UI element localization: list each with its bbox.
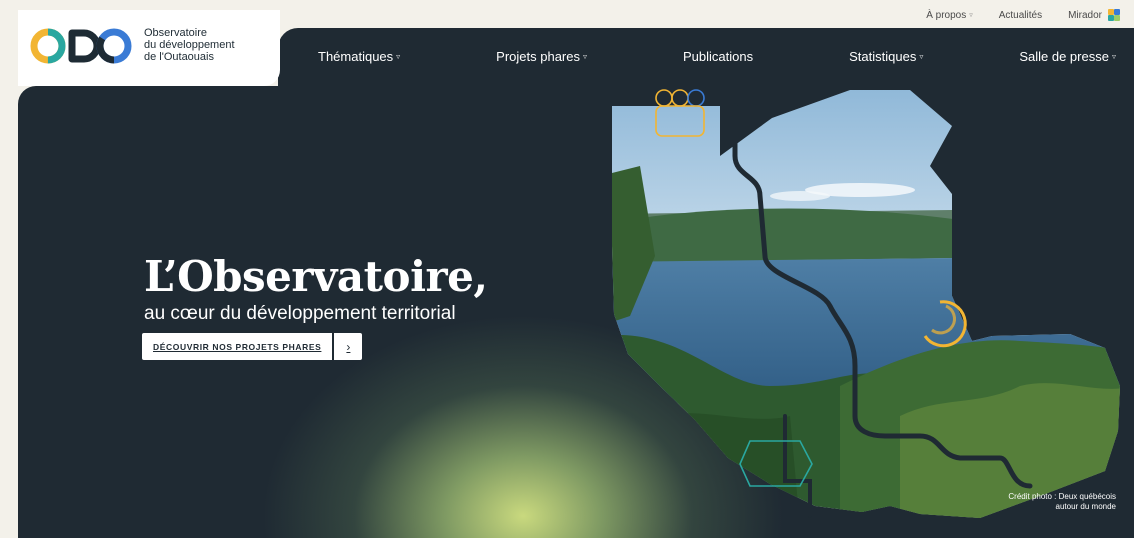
top-link-label: Mirador bbox=[1068, 9, 1102, 21]
photo-credit-line: Crédit photo : Deux québécois bbox=[1008, 492, 1116, 501]
hero-subtitle: au cœur du développement territorial bbox=[144, 303, 456, 324]
nav-item-label: Projets phares bbox=[496, 48, 580, 64]
nav-item-statistiques[interactable]: Statistiques ▿ bbox=[849, 49, 923, 64]
top-link-actualites[interactable]: Actualités bbox=[999, 10, 1042, 21]
nav-item-thematiques[interactable]: Thématiques ▿ bbox=[318, 49, 400, 64]
nav-item-publications[interactable]: Publications bbox=[683, 49, 753, 64]
nav-item-label: Statistiques bbox=[849, 48, 917, 64]
odo-logo-icon bbox=[30, 28, 132, 64]
nav-item-projets-phares[interactable]: Projets phares ▿ bbox=[496, 49, 587, 64]
top-link-label: Actualités bbox=[998, 9, 1043, 21]
chevron-down-icon: ▿ bbox=[583, 51, 588, 61]
chevron-down-icon: ▿ bbox=[396, 51, 401, 61]
chevron-right-icon[interactable]: › bbox=[334, 333, 363, 360]
top-link-a-propos[interactable]: À propos ▿ bbox=[926, 10, 973, 21]
chevron-down-icon: ▿ bbox=[1111, 51, 1116, 61]
chevron-down-icon: ▿ bbox=[919, 51, 924, 61]
logo-line: Observatoire bbox=[144, 27, 207, 39]
nav-item-label: Thématiques bbox=[318, 48, 394, 64]
chevron-down-icon: ▿ bbox=[969, 12, 973, 19]
nav-item-salle-de-presse[interactable]: Salle de presse ▿ bbox=[1019, 49, 1116, 64]
top-link-mirador[interactable]: Mirador bbox=[1068, 9, 1120, 21]
logo-wordmark: Observatoire du développement de l'Outao… bbox=[144, 27, 235, 63]
top-link-label: À propos bbox=[926, 9, 967, 21]
site-logo-link[interactable]: Observatoire du développement de l'Outao… bbox=[18, 10, 280, 86]
cta-group: DÉCOUVRIR NOS PROJETS PHARES › bbox=[142, 333, 363, 360]
region-map-photo bbox=[612, 89, 1120, 518]
nav-item-label: Publications bbox=[683, 48, 754, 64]
mirador-icon bbox=[1108, 9, 1120, 21]
discover-projects-button[interactable]: DÉCOUVRIR NOS PROJETS PHARES bbox=[142, 333, 333, 360]
photo-credit-line: autour du monde bbox=[1055, 502, 1117, 511]
nav-item-label: Salle de presse bbox=[1019, 48, 1109, 64]
top-utility-nav: À propos ▿ Actualités Mirador bbox=[926, 0, 1120, 30]
logo-line: du développement bbox=[144, 39, 235, 51]
logo-line: de l'Outaouais bbox=[144, 51, 214, 63]
photo-credit: Crédit photo : Deux québécois autour du … bbox=[1008, 492, 1116, 512]
main-nav: Thématiques ▿ Projets phares ▿ Publicati… bbox=[278, 28, 1134, 84]
hero-title: L’Observatoire, bbox=[144, 252, 488, 301]
